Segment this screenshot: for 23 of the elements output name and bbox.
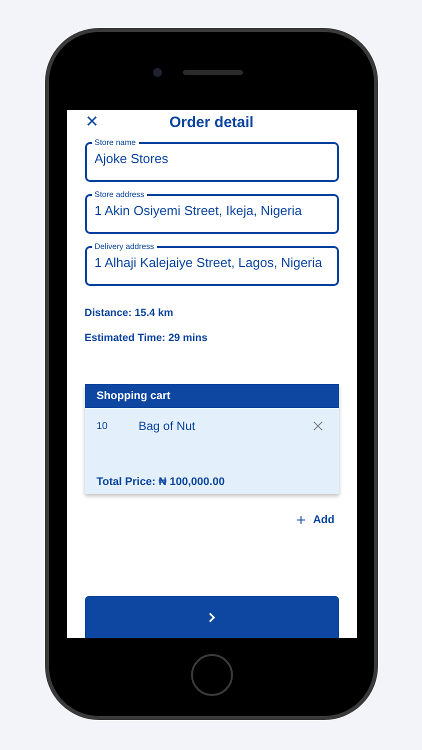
chevron-right-icon: [208, 612, 216, 622]
text-field[interactable]: Store name Ajoke Stores: [84, 138, 338, 182]
remove-icon[interactable]: [312, 421, 322, 431]
close-icon[interactable]: [86, 116, 96, 126]
screen-title: Order detail: [169, 114, 254, 130]
field-value[interactable]: 1 Alhaji Kalejaiye Street, Lagos, Nigeria: [94, 251, 328, 270]
field-value[interactable]: Ajoke Stores: [94, 147, 328, 166]
text-field[interactable]: Delivery address 1 Alhaji Kalejaiye Street, Lagos, Nigeria: [84, 242, 338, 286]
add-link[interactable]: Add: [297, 514, 334, 526]
text-field[interactable]: Store address 1 Akin Osiyemi Street, Ikeja, Nigeria: [84, 190, 338, 234]
camera-icon: [153, 68, 162, 77]
estimated-time-text: Estimated Time: 29 mins: [84, 332, 208, 344]
field-label: Delivery address: [94, 242, 156, 251]
item-name: Bag of Nut: [138, 419, 196, 433]
total-price: Total Price: ₦ 100,000.00: [96, 475, 226, 490]
speaker-icon: [183, 70, 243, 75]
field-value[interactable]: 1 Akin Osiyemi Street, Ikeja, Nigeria: [94, 199, 328, 218]
field-label: Store name: [94, 138, 137, 147]
field-label: Store address: [94, 190, 146, 199]
plus-icon: [297, 516, 306, 524]
cart-title: Shopping cart: [84, 384, 338, 408]
distance-text: Distance: 15.4 km: [84, 307, 174, 319]
item-quantity: 10: [96, 420, 109, 432]
